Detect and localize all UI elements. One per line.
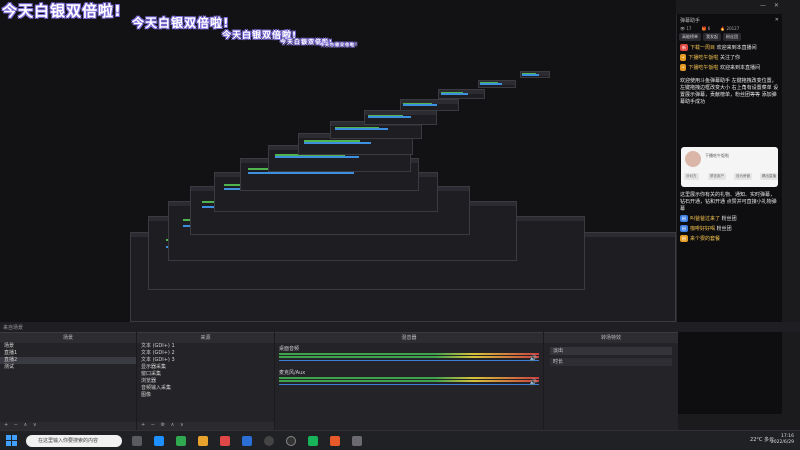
mute-user-button[interactable]: 禁言用户 — [708, 173, 726, 180]
volume-slider[interactable] — [279, 360, 539, 361]
window-controls: — ✕ — [760, 2, 779, 9]
sources-title: 来源 — [137, 333, 274, 343]
obs-icon[interactable] — [264, 436, 274, 446]
event-item: 粉咖啡好好喝 粉丝团 — [680, 225, 732, 232]
audio-meter — [279, 356, 539, 358]
stat-viewers: 👁 17 — [680, 26, 692, 31]
kick-user-button[interactable]: 踢出直播 — [760, 173, 778, 180]
audio-meter — [279, 353, 539, 355]
event-item: 粉来个狠的套餐 — [680, 235, 721, 242]
source-item[interactable]: 音频输入采集 — [137, 385, 274, 392]
user-card-name: 下播吃午饭啦 — [705, 153, 729, 158]
stat-heat: 🔥 20127 — [720, 26, 740, 31]
transitions-dock: 转场特效 淡出 时长 — [544, 332, 678, 430]
dock-header-label: 来自场景 — [3, 325, 24, 331]
windows-start-icon[interactable] — [6, 435, 17, 446]
up-icon[interactable]: ∧ — [24, 422, 28, 428]
mixer-dock: 混音器 桌面音频 🔊 麦克风/Aux 🔊 — [275, 332, 543, 430]
overlay-title-5: 今天白银双倍啦! — [320, 42, 358, 47]
user-card[interactable]: 下播吃午饭啦 @对方 禁言用户 设为房管 踢出直播 — [681, 147, 778, 187]
minimize-icon[interactable]: — — [760, 2, 766, 9]
mixer-title: 混音器 — [275, 333, 543, 343]
clock-date: 2022/6/29 — [770, 440, 794, 445]
audio-meter — [279, 377, 539, 379]
clock[interactable]: 17:16 2022/6/29 — [771, 434, 794, 446]
gear-icon[interactable]: ⚙ — [161, 422, 165, 428]
scenes-dock: 场景 场景 直播1 直播2 测试 + − ∧ ∨ — [0, 332, 136, 430]
chat-message: • 下播吃午饭啦 关注了你 — [680, 54, 740, 61]
duration-field[interactable]: 时长 — [550, 358, 672, 366]
scene-item[interactable]: 场景 — [0, 343, 136, 350]
obs-preview-canvas: 今天白银双倍啦! 今天白银双倍啦! 今天白银双倍啦! 今天白银双倍啦! 今天白银… — [0, 0, 676, 322]
app-icon[interactable] — [286, 436, 296, 446]
tab-fans[interactable]: 粉丝团 — [723, 33, 741, 41]
transition-select[interactable]: 淡出 — [550, 347, 672, 355]
avatar — [685, 151, 701, 167]
app-icon[interactable] — [330, 436, 340, 446]
source-item[interactable]: 文本 (GDI+) 2 — [137, 350, 274, 357]
mixer-track-label: 桌面音频 — [279, 346, 300, 352]
transitions-title: 转场特效 — [544, 333, 678, 343]
tab-rank[interactable]: 高能榜单 — [679, 33, 701, 41]
chat-header: 弹幕助手 ✕ — [677, 14, 782, 26]
chat-message: • 下播吃午饭啦 欢迎来到本直播间 — [680, 64, 760, 71]
source-item[interactable]: 文本 (GDI+) 1 — [137, 343, 274, 350]
remove-icon[interactable]: − — [14, 422, 18, 428]
nested-preview-frame — [364, 109, 438, 125]
scenes-title: 场景 — [0, 333, 136, 343]
taskbar: 在这里输入你要搜索的内容 22°C 多云 17:16 2022/6/29 — [0, 430, 800, 450]
chat-info-text: 欢迎使用斗鱼弹幕助手 左键拖拽改变位置，左键拖拽边框改变大小 右上角有设置菜单 … — [680, 78, 779, 105]
scene-item[interactable]: 直播1 — [0, 350, 136, 357]
volume-slider[interactable] — [279, 384, 539, 385]
sources-dock: 来源 文本 (GDI+) 1 文本 (GDI+) 2 文本 (GDI+) 3 显… — [137, 332, 274, 430]
remove-icon[interactable]: − — [151, 422, 155, 428]
app-icon[interactable] — [242, 436, 252, 446]
at-user-button[interactable]: @对方 — [684, 173, 699, 180]
speaker-icon[interactable]: 🔊 — [530, 355, 537, 362]
event-item: 粉叫爸爸过来了 粉丝团 — [680, 215, 737, 222]
overlay-title-1: 今天白银双倍啦! — [2, 2, 122, 20]
scene-item[interactable]: 直播2 — [0, 357, 136, 364]
source-item[interactable]: 图像 — [137, 392, 274, 399]
audio-meter — [279, 380, 539, 382]
taskbar-search-input[interactable]: 在这里输入你要搜索的内容 — [26, 435, 122, 447]
danmaku-assistant-window[interactable]: 弹幕助手 ✕ 👁 17 🎁 6 🔥 20127 高能榜单 我发起 粉丝团 新下载… — [676, 14, 782, 414]
source-item[interactable]: 浏览器 — [137, 378, 274, 385]
nested-preview-frame — [400, 99, 459, 112]
edge-browser-icon[interactable] — [154, 436, 164, 446]
store-icon[interactable] — [176, 436, 186, 446]
scenes-toolbar: + − ∧ ∨ — [0, 422, 136, 430]
chat-message: 新下载一周目 欢迎来到本直播间 — [680, 44, 757, 51]
up-icon[interactable]: ∧ — [171, 422, 175, 428]
tab-mine[interactable]: 我发起 — [703, 33, 721, 41]
close-icon[interactable]: ✕ — [774, 2, 779, 9]
nested-preview-frame — [438, 89, 485, 100]
nested-preview-frame — [478, 79, 516, 88]
dock-header-strip: 来自场景 — [0, 322, 800, 332]
app-icon[interactable] — [352, 436, 362, 446]
speaker-icon[interactable]: 🔊 — [530, 379, 537, 386]
sources-toolbar: + − ⚙ ∧ ∨ — [137, 422, 274, 430]
add-icon[interactable]: + — [141, 422, 145, 428]
app-icon[interactable] — [220, 436, 230, 446]
add-icon[interactable]: + — [4, 422, 8, 428]
task-view-icon[interactable] — [132, 436, 142, 446]
source-item[interactable]: 显示器采集 — [137, 364, 274, 371]
chat-footer-text: 这里展示你有关的礼物、通知、实时弹幕，钻石开通，钻和开通 点赞并可直接小礼物弹幕 — [680, 192, 777, 212]
mixer-track-label: 麦克风/Aux — [279, 370, 306, 376]
chat-tabs: 高能榜单 我发起 粉丝团 — [677, 31, 782, 43]
source-item[interactable]: 窗口采集 — [137, 371, 274, 378]
scene-item[interactable]: 测试 — [0, 364, 136, 371]
source-item[interactable]: 文本 (GDI+) 3 — [137, 357, 274, 364]
wechat-icon[interactable] — [308, 436, 318, 446]
down-icon[interactable]: ∨ — [33, 422, 37, 428]
set-admin-button[interactable]: 设为房管 — [734, 173, 752, 180]
stat-gifts: 🎁 6 — [701, 26, 711, 31]
down-icon[interactable]: ∨ — [180, 422, 184, 428]
file-explorer-icon[interactable] — [198, 436, 208, 446]
nested-preview-frame — [520, 70, 551, 78]
close-icon[interactable]: ✕ — [775, 17, 779, 23]
overlay-title-2: 今天白银双倍啦! — [132, 16, 230, 30]
chat-header-title: 弹幕助手 — [680, 18, 701, 24]
